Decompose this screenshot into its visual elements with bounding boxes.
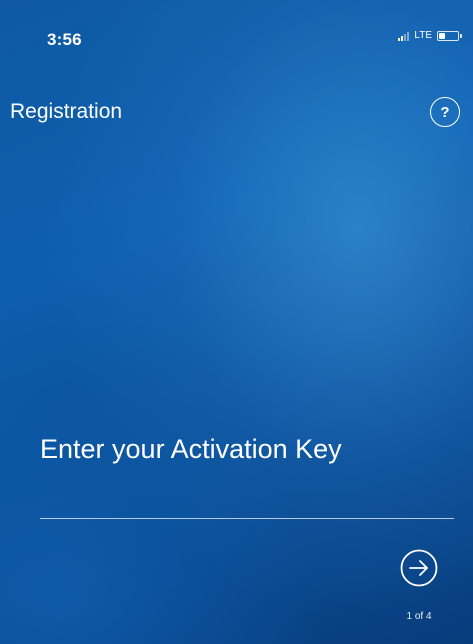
network-label: LTE <box>414 30 432 41</box>
page-title: Registration <box>10 100 123 123</box>
status-indicators: LTE <box>398 30 462 41</box>
question-icon: ? <box>440 103 450 121</box>
step-indicator: 1 of 4 <box>406 611 432 622</box>
activation-key-input[interactable] <box>40 475 454 519</box>
battery-fill <box>439 32 445 39</box>
help-button[interactable]: ? <box>430 97 460 127</box>
arrow-right-circle-icon <box>400 549 438 587</box>
next-button[interactable] <box>400 549 438 587</box>
battery-icon <box>437 30 462 41</box>
status-bar: 3:56 LTE <box>0 0 473 70</box>
status-time: 3:56 <box>47 30 82 49</box>
signal-icon <box>398 31 410 41</box>
registration-screen: 3:56 LTE Registration ? Enter your Activ… <box>0 0 473 644</box>
activation-key-prompt: Enter your Activation Key <box>40 434 342 464</box>
